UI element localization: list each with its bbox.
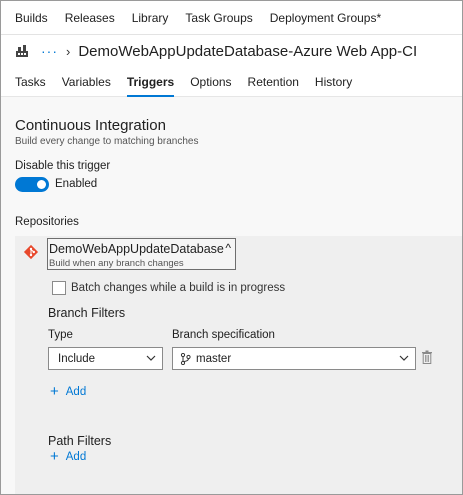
- trigger-toggle[interactable]: [15, 177, 49, 192]
- nav-library[interactable]: Library: [132, 11, 169, 25]
- tab-retention[interactable]: Retention: [248, 67, 299, 97]
- trash-icon[interactable]: [421, 350, 433, 364]
- branch-filters-title: Branch Filters: [48, 306, 126, 320]
- type-label: Type: [48, 329, 73, 341]
- repository-description: Build when any branch changes: [49, 258, 184, 269]
- nav-releases[interactable]: Releases: [65, 11, 115, 25]
- page-title: DemoWebAppUpdateDatabase-Azure Web App-C…: [78, 42, 418, 60]
- git-icon: [23, 244, 39, 260]
- collapse-caret-icon[interactable]: ^: [225, 241, 231, 255]
- ci-section-subtitle: Build every change to matching branches: [15, 136, 199, 147]
- app-frame: Builds Releases Library Task Groups Depl…: [0, 0, 463, 495]
- toggle-state-label: Enabled: [55, 178, 98, 190]
- add-branch-filter-label: Add: [65, 386, 87, 398]
- toggle-knob: [37, 180, 46, 189]
- triggers-content: Continuous Integration Build every chang…: [1, 97, 462, 494]
- add-branch-filter-button[interactable]: + Add: [50, 383, 87, 400]
- plus-icon: +: [50, 448, 59, 465]
- add-path-filter-label: Add: [65, 451, 87, 463]
- disable-trigger-label: Disable this trigger: [15, 160, 111, 172]
- build-pipeline-icon: [16, 45, 28, 57]
- repository-selector[interactable]: DemoWebAppUpdateDatabase ^ Build when an…: [47, 238, 236, 270]
- top-navigation: Builds Releases Library Task Groups Depl…: [1, 1, 462, 35]
- tab-tasks[interactable]: Tasks: [15, 67, 46, 97]
- nav-deployment-groups[interactable]: Deployment Groups*: [270, 11, 381, 25]
- batch-changes-checkbox[interactable]: [52, 281, 66, 295]
- path-filters-title: Path Filters: [48, 434, 112, 448]
- filter-type-dropdown[interactable]: Include: [48, 347, 163, 370]
- plus-icon: +: [50, 383, 59, 400]
- nav-builds[interactable]: Builds: [15, 11, 48, 25]
- repositories-label: Repositories: [15, 216, 79, 228]
- breadcrumb-separator: ›: [66, 43, 71, 59]
- breadcrumb-more-button[interactable]: ···: [41, 43, 58, 59]
- repository-name: DemoWebAppUpdateDatabase: [49, 242, 224, 256]
- branch-icon: [180, 353, 191, 365]
- repository-panel: DemoWebAppUpdateDatabase ^ Build when an…: [15, 236, 462, 494]
- title-bar: ··· › DemoWebAppUpdateDatabase-Azure Web…: [1, 35, 462, 67]
- branch-spec-label: Branch specification: [172, 329, 275, 341]
- tab-history[interactable]: History: [315, 67, 352, 97]
- branch-spec-dropdown[interactable]: master: [172, 347, 416, 370]
- tab-triggers[interactable]: Triggers: [126, 67, 175, 97]
- tab-variables[interactable]: Variables: [62, 67, 111, 97]
- branch-spec-value: master: [196, 353, 232, 365]
- add-path-filter-button[interactable]: + Add: [50, 448, 87, 465]
- batch-changes-label: Batch changes while a build is in progre…: [71, 282, 286, 294]
- ci-section-title: Continuous Integration: [15, 117, 166, 134]
- nav-task-groups[interactable]: Task Groups: [185, 11, 252, 25]
- chevron-down-icon: [146, 355, 156, 361]
- chevron-down-icon: [399, 355, 409, 361]
- filter-type-value: Include: [58, 353, 96, 365]
- definition-tabs: Tasks Variables Triggers Options Retenti…: [1, 67, 462, 97]
- tab-options[interactable]: Options: [190, 67, 231, 97]
